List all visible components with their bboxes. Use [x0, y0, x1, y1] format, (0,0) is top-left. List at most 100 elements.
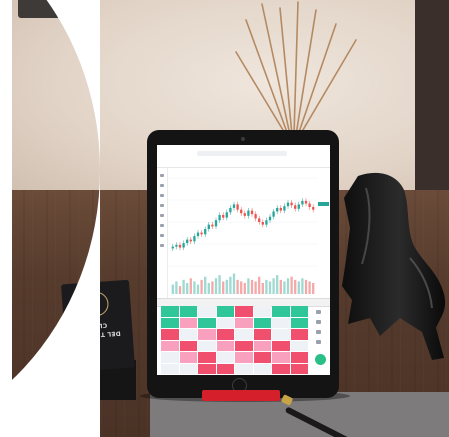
volume-bar	[283, 281, 286, 294]
heatmap-cell[interactable]	[161, 329, 179, 340]
heatmap-cell[interactable]	[179, 352, 197, 363]
candle-body	[297, 204, 300, 209]
heatmap-cell[interactable]	[272, 306, 290, 317]
candle-body	[276, 207, 279, 212]
heatmap-cell[interactable]	[179, 329, 197, 340]
heatmap-cell[interactable]	[198, 317, 216, 328]
drawing-tool-icon[interactable]	[160, 214, 164, 217]
heatmap-cell[interactable]	[272, 340, 290, 351]
volume-bar	[301, 278, 304, 294]
volume-bar	[294, 279, 297, 294]
drawing-tool-icon[interactable]	[160, 224, 164, 227]
heatmap-cell[interactable]	[198, 306, 216, 317]
heatmap-cell[interactable]	[235, 317, 253, 328]
volume-bar	[247, 278, 250, 294]
heatmap-cell[interactable]	[235, 340, 253, 351]
heatmap-cell[interactable]	[272, 363, 290, 374]
heatmap-cell[interactable]	[216, 306, 234, 317]
heatmap-cell[interactable]	[272, 317, 290, 328]
heatmap-cell[interactable]	[161, 363, 179, 374]
ipad-screen[interactable]	[157, 145, 330, 375]
volume-bar	[229, 276, 232, 294]
volume-bar	[279, 279, 282, 294]
heatmap-cell[interactable]	[179, 317, 197, 328]
volume-bar	[196, 284, 200, 294]
heatmap-cell[interactable]	[216, 363, 234, 374]
volume-bar	[297, 281, 300, 294]
heatmap-cell[interactable]	[272, 352, 290, 363]
heatmap-cell[interactable]	[161, 306, 179, 317]
price-chart[interactable]	[168, 168, 318, 298]
watchlist-icon[interactable]	[316, 310, 321, 314]
drawing-tool-icon[interactable]	[160, 204, 164, 207]
heatmap-cell[interactable]	[253, 340, 271, 351]
news-icon[interactable]	[316, 330, 321, 334]
volume-bar	[204, 276, 207, 294]
heatmap-cell[interactable]	[235, 363, 253, 374]
heatmap-cell[interactable]	[179, 340, 197, 351]
heatmap-cell[interactable]	[253, 306, 271, 317]
candle-body	[236, 204, 239, 210]
heatmap-cell[interactable]	[161, 317, 179, 328]
url-bar[interactable]	[197, 151, 287, 156]
currency-heatmap[interactable]	[161, 306, 309, 375]
heatmap-cell[interactable]	[235, 352, 253, 363]
volume-bar	[261, 283, 264, 294]
candle-body	[312, 207, 315, 210]
volume-bar	[225, 279, 228, 294]
heatmap-cell[interactable]	[235, 329, 253, 340]
club-logo-icon: ⊙	[83, 291, 110, 317]
price-axis	[317, 168, 330, 298]
floating-action-icon[interactable]	[315, 354, 326, 365]
drawing-tool-icon[interactable]	[160, 244, 164, 247]
heatmap-cell[interactable]	[290, 352, 308, 363]
dried-grass-decoration	[235, 1, 357, 135]
candle-body	[286, 202, 290, 207]
heatmap-cell[interactable]	[216, 317, 234, 328]
heatmap-cell[interactable]	[290, 306, 308, 317]
heatmap-cell[interactable]	[198, 352, 216, 363]
heatmap-cell[interactable]	[290, 363, 308, 374]
heatmap-cell[interactable]	[179, 306, 197, 317]
heatmap-cell[interactable]	[216, 329, 234, 340]
heatmap-cell[interactable]	[290, 340, 308, 351]
candle-body	[193, 236, 196, 242]
heatmap-cell[interactable]	[290, 329, 308, 340]
drawing-tool-icon[interactable]	[160, 184, 164, 187]
heatmap-cell[interactable]	[235, 306, 253, 317]
drawing-tool-icon[interactable]	[160, 174, 164, 177]
card-line-4	[66, 346, 134, 351]
heatmap-cell[interactable]	[272, 329, 290, 340]
drawing-tool-icon[interactable]	[160, 234, 164, 237]
heatmap-cell[interactable]	[198, 329, 216, 340]
candle-body	[261, 222, 264, 225]
dark-panel	[415, 0, 449, 190]
heatmap-cell[interactable]	[253, 317, 271, 328]
heatmap-cell[interactable]	[161, 352, 179, 363]
volume-bar	[286, 278, 290, 294]
heatmap-cell[interactable]	[253, 329, 271, 340]
volume-bar	[171, 284, 174, 294]
candle-body	[254, 214, 257, 219]
photo-scene: ⊙ CLUB DEL TRADER	[0, 0, 449, 437]
heatmap-cell[interactable]	[253, 352, 271, 363]
chart-toolbar	[157, 160, 330, 168]
heatmap-cell[interactable]	[179, 363, 197, 374]
heatmap-cell[interactable]	[216, 340, 234, 351]
volume-bar	[214, 278, 218, 294]
alerts-icon[interactable]	[316, 320, 321, 324]
heatmap-cell[interactable]	[198, 340, 216, 351]
drawing-tool-icon[interactable]	[160, 194, 164, 197]
volume-bar	[200, 279, 203, 294]
heatmap-cell[interactable]	[161, 340, 179, 351]
heatmap-cell[interactable]	[216, 352, 234, 363]
volume-bar	[236, 279, 239, 294]
candle-body	[232, 204, 236, 208]
calendar-icon[interactable]	[316, 340, 321, 344]
heatmap-cell[interactable]	[290, 317, 308, 328]
candle-body	[171, 246, 174, 249]
heatmap-cell[interactable]	[198, 363, 216, 374]
heatmap-cell[interactable]	[253, 363, 271, 374]
volume-bar	[276, 275, 279, 294]
candle-body	[218, 214, 221, 221]
